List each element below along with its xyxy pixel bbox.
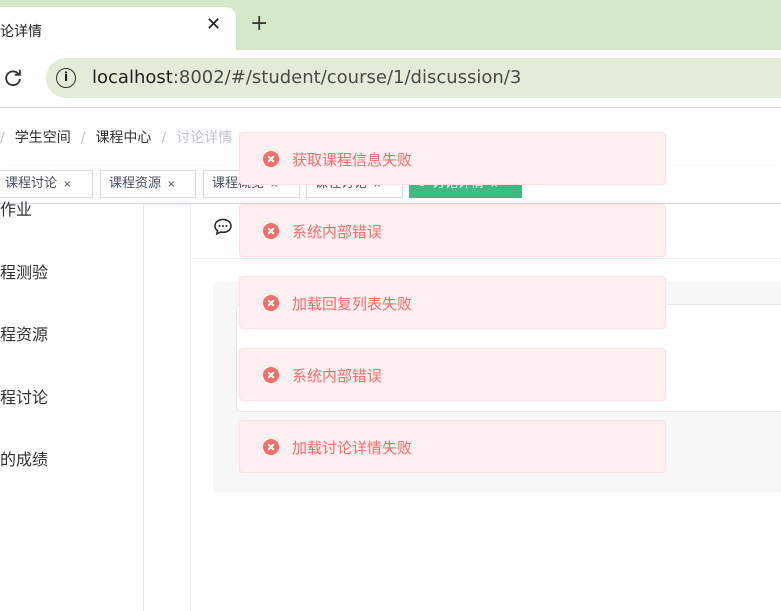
discussion-card <box>190 204 781 611</box>
breadcrumb-separator: / <box>161 130 167 146</box>
breadcrumb-item-student-space[interactable]: 学生空间 <box>15 127 71 147</box>
close-icon[interactable]: × <box>167 179 175 190</box>
screen: 论详情 ✕ + localhost:8002/#/student/course/… <box>0 0 781 611</box>
tag-label: 课程资源 <box>109 176 162 191</box>
reload-icon[interactable] <box>2 67 24 89</box>
breadcrumb-item-discussion-detail: 讨论详情 <box>176 130 233 146</box>
error-circle-icon <box>263 151 279 167</box>
error-message: 获取课程信息失败 <box>239 132 666 185</box>
browser-tab-strip: 论详情 ✕ + <box>0 0 781 50</box>
error-circle-icon <box>263 223 279 239</box>
tag-course-resources[interactable]: 课程资源 × <box>100 170 196 198</box>
browser-tab-title: 论详情 <box>0 24 42 40</box>
tag-course-discussion[interactable]: 课程讨论 × <box>0 170 93 198</box>
chat-icon <box>214 218 232 236</box>
error-message: 系统内部错误 <box>239 204 666 257</box>
sidebar-item-discussion[interactable]: 程讨论 <box>0 384 48 408</box>
address-bar[interactable]: localhost:8002/#/student/course/1/discus… <box>46 58 781 98</box>
error-circle-icon <box>263 295 279 311</box>
new-tab-icon[interactable]: + <box>250 13 268 35</box>
browser-tab[interactable]: 论详情 ✕ <box>0 7 236 50</box>
error-message: 加载回复列表失败 <box>239 276 666 329</box>
browser-toolbar: localhost:8002/#/student/course/1/discus… <box>0 50 781 108</box>
error-message-text: 加载讨论详情失败 <box>292 439 413 457</box>
sidebar-item-resources[interactable]: 程资源 <box>0 321 48 345</box>
url-host: localhost <box>92 67 173 88</box>
error-message: 加载讨论详情失败 <box>239 420 666 473</box>
error-message-text: 系统内部错误 <box>292 223 383 241</box>
breadcrumb-item-course-center[interactable]: 课程中心 <box>95 127 151 147</box>
breadcrumb: / 学生空间 / 课程中心 / 讨论详情 <box>0 127 232 147</box>
error-message-text: 系统内部错误 <box>292 367 383 385</box>
error-message: 系统内部错误 <box>239 348 666 401</box>
error-circle-icon <box>263 439 279 455</box>
info-icon[interactable] <box>56 68 76 88</box>
close-tab-icon[interactable]: ✕ <box>206 16 221 34</box>
tag-label: 课程讨论 <box>5 176 58 191</box>
sidebar-item-quiz[interactable]: 程测验 <box>0 259 48 283</box>
error-message-text: 获取课程信息失败 <box>292 151 413 169</box>
sidebar-item-homework[interactable]: 作业 <box>0 196 32 220</box>
breadcrumb-separator: / <box>80 130 86 146</box>
error-circle-icon <box>263 367 279 383</box>
close-icon[interactable]: × <box>63 179 71 190</box>
url-path: :8002/#/student/course/1/discussion/3 <box>172 67 522 88</box>
error-message-text: 加载回复列表失败 <box>292 295 413 313</box>
sidebar-item-grades[interactable]: 的成绩 <box>0 446 48 470</box>
breadcrumb-separator: / <box>0 130 5 146</box>
sidebar: 作业 程测验 程资源 程讨论 的成绩 <box>0 200 144 611</box>
url-text[interactable]: localhost:8002/#/student/course/1/discus… <box>92 67 521 88</box>
